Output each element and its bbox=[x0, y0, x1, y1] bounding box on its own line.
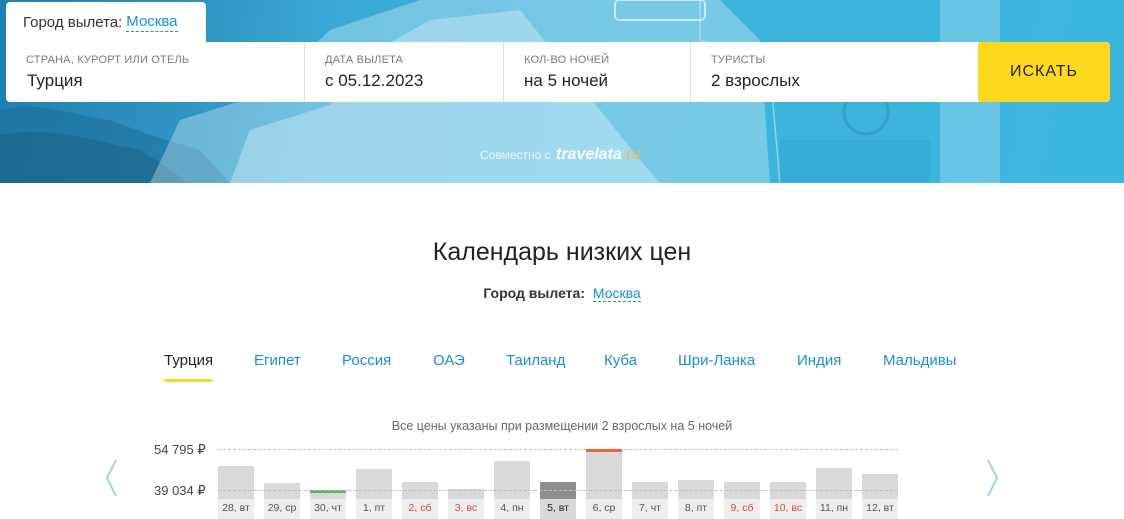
calendar-departure-city: Город вылета: Москва bbox=[0, 284, 1124, 302]
day-label[interactable]: 12, вт bbox=[862, 499, 898, 519]
price-bar[interactable] bbox=[862, 473, 898, 499]
day-label[interactable]: 11, пн bbox=[816, 499, 852, 519]
day-label[interactable]: 8, пт bbox=[678, 499, 714, 519]
search-button[interactable]: ИСКАТЬ bbox=[978, 42, 1110, 102]
partner-logo-suffix: .ru bbox=[621, 146, 641, 163]
departure-date-value[interactable]: с 05.12.2023 bbox=[325, 71, 423, 91]
price-bar[interactable] bbox=[586, 449, 622, 499]
price-bar[interactable] bbox=[356, 469, 392, 499]
price-bar[interactable] bbox=[264, 483, 300, 499]
tab-uae[interactable]: ОАЭ bbox=[433, 352, 465, 369]
tourists-field[interactable]: Туристы 2 взрослых bbox=[691, 42, 978, 102]
destination-value[interactable]: Турция bbox=[27, 71, 83, 91]
tab-egypt[interactable]: Египет bbox=[254, 352, 301, 369]
partner-credit: Совместно с travelata.ru bbox=[480, 146, 640, 164]
tab-turkey[interactable]: Турция bbox=[164, 352, 214, 382]
day-label[interactable]: 28, вт bbox=[218, 499, 254, 519]
max-price-marker bbox=[586, 449, 622, 452]
departure-date-field[interactable]: Дата вылета с 05.12.2023 bbox=[305, 42, 504, 102]
tourists-label: Туристы bbox=[711, 54, 766, 66]
y-label-max: 54 795 ₽ bbox=[154, 442, 206, 457]
day-label[interactable]: 9, сб bbox=[724, 499, 760, 519]
gridline-max bbox=[218, 449, 898, 450]
tab-india[interactable]: Индия bbox=[797, 352, 841, 369]
day-label[interactable]: 10, вс bbox=[770, 499, 806, 519]
destination-field[interactable]: Страна, курорт или отель Турция bbox=[6, 42, 305, 102]
day-label[interactable]: 7, чт bbox=[632, 499, 668, 519]
day-label[interactable]: 2, сб bbox=[402, 499, 438, 519]
departure-city-label: Город вылета: bbox=[23, 13, 123, 31]
partner-logo: travelata bbox=[555, 146, 622, 163]
tab-thailand[interactable]: Таиланд bbox=[506, 352, 565, 369]
partner-prefix: Совместно с bbox=[480, 148, 551, 162]
day-label[interactable]: 3, вс bbox=[448, 499, 484, 519]
tab-cuba[interactable]: Куба bbox=[604, 352, 637, 369]
day-label[interactable]: 4, пн bbox=[494, 499, 530, 519]
country-tabs: Турция Египет Россия ОАЭ Таиланд Куба Шр… bbox=[0, 352, 1124, 384]
calendar-departure-link[interactable]: Москва bbox=[592, 285, 641, 302]
departure-date-label: Дата вылета bbox=[325, 54, 404, 66]
day-label[interactable]: 30, чт bbox=[310, 499, 346, 519]
chevron-left-icon[interactable] bbox=[104, 458, 118, 498]
gridline-min bbox=[218, 490, 898, 491]
departure-city-link[interactable]: Москва bbox=[126, 13, 178, 32]
departure-city-tab: Город вылета: Москва bbox=[6, 2, 206, 42]
tab-maldives[interactable]: Мальдивы bbox=[883, 352, 956, 369]
tab-russia[interactable]: Россия bbox=[342, 352, 391, 369]
price-note: Все цены указаны при размещении 2 взросл… bbox=[391, 419, 733, 433]
nights-label: Кол-во ночей bbox=[524, 54, 610, 66]
day-label[interactable]: 5, вт bbox=[540, 499, 576, 519]
day-label[interactable]: 29, ср bbox=[264, 499, 300, 519]
price-bar[interactable] bbox=[310, 490, 346, 499]
day-label[interactable]: 1, пт bbox=[356, 499, 392, 519]
calendar-departure-label: Город вылета: bbox=[483, 285, 585, 301]
nights-value[interactable]: на 5 ночей bbox=[524, 71, 608, 91]
chevron-right-icon[interactable] bbox=[986, 458, 1000, 498]
price-bar[interactable] bbox=[218, 465, 254, 499]
price-bar[interactable] bbox=[494, 461, 530, 499]
y-label-min: 39 034 ₽ bbox=[154, 483, 206, 498]
nights-field[interactable]: Кол-во ночей на 5 ночей bbox=[504, 42, 691, 102]
tourists-value[interactable]: 2 взрослых bbox=[711, 71, 800, 91]
tab-sri-lanka[interactable]: Шри-Ланка bbox=[678, 352, 755, 369]
day-label[interactable]: 6, ср bbox=[586, 499, 622, 519]
hero-banner: Город вылета: Москва Страна, курорт или … bbox=[0, 0, 1124, 183]
search-form: Страна, курорт или отель Турция Дата выл… bbox=[6, 42, 1110, 102]
calendar-title: Календарь низких цен bbox=[432, 238, 692, 266]
price-bar[interactable] bbox=[816, 467, 852, 499]
destination-label: Страна, курорт или отель bbox=[26, 54, 190, 66]
